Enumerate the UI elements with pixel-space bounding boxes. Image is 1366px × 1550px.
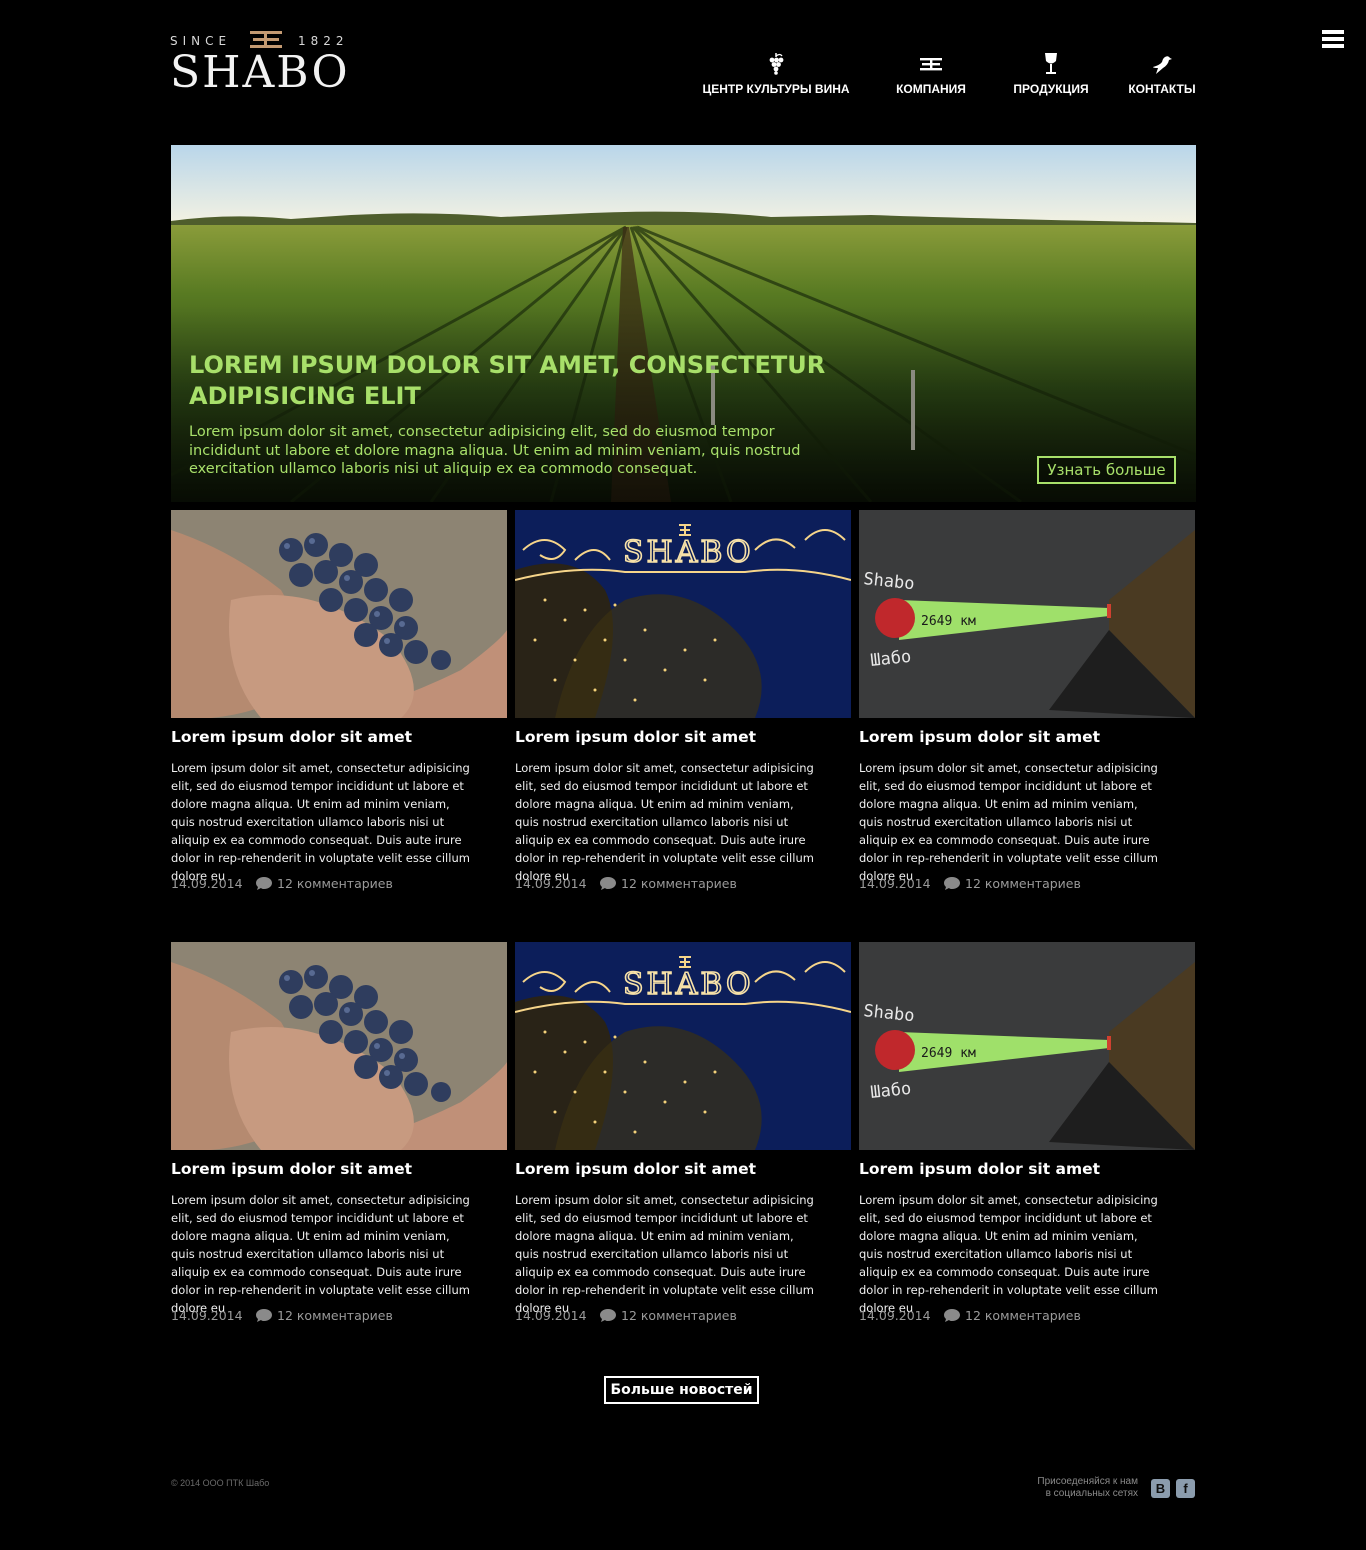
nav-item-company[interactable]: КОМПАНИЯ <box>890 52 972 96</box>
news-meta: 14.09.2014 12 комментариев <box>171 1308 393 1323</box>
news-meta: 14.09.2014 12 комментариев <box>515 1308 737 1323</box>
comments-link[interactable]: 12 комментариев <box>943 1308 1081 1323</box>
logo-year: 1822 <box>298 34 349 48</box>
comments-link[interactable]: 12 комментариев <box>255 1308 393 1323</box>
comment-bubble-icon <box>256 877 272 890</box>
nav-label-company: КОМПАНИЯ <box>896 82 966 96</box>
news-title[interactable]: Lorem ipsum dolor sit amet <box>515 728 756 746</box>
hero-title: LOREM IPSUM DOLOR SIT AMET, CONSECTETUR … <box>189 351 826 410</box>
main-nav: ЦЕНТР КУЛЬТУРЫ ВИНА КОМПАНИЯ ПРОДУКЦИЯ К… <box>0 52 1366 102</box>
nav-item-products[interactable]: ПРОДУКЦИЯ <box>1008 52 1094 96</box>
sign-text: SHABO <box>623 535 754 570</box>
hero-banner: LOREM IPSUM DOLOR SIT AMET, CONSECTETUR … <box>171 145 1196 502</box>
logo-since-text: SINCE <box>170 34 232 48</box>
news-excerpt: Lorem ipsum dolor sit amet, consectetur … <box>859 1193 1158 1315</box>
wall-distance-text: 2649 км <box>921 614 976 629</box>
comment-bubble-icon <box>256 1309 272 1322</box>
comment-bubble-icon <box>944 877 960 890</box>
news-date: 14.09.2014 <box>515 876 587 891</box>
facebook-icon[interactable]: f <box>1176 1479 1195 1498</box>
news-title[interactable]: Lorem ipsum dolor sit amet <box>859 728 1100 746</box>
news-image-grapes[interactable] <box>171 942 507 1150</box>
news-excerpt: Lorem ipsum dolor sit amet, consectetur … <box>859 761 1158 883</box>
wall-cyrillic-text: Шабо <box>869 1079 912 1103</box>
news-date: 14.09.2014 <box>859 1308 931 1323</box>
hero-text: Lorem ipsum dolor sit amet, consectetur … <box>189 424 801 477</box>
grapes-icon <box>769 53 784 75</box>
bird-icon <box>1153 56 1172 74</box>
sign-text: SHABO <box>623 967 754 1002</box>
news-image-distance-wall[interactable]: Shabo 2649 км Шабо <box>859 942 1195 1150</box>
news-meta: 14.09.2014 12 комментариев <box>171 876 393 891</box>
news-title[interactable]: Lorem ipsum dolor sit amet <box>171 1160 412 1178</box>
social-caption: Присоеденяйся к нам в социальных сетях <box>1037 1476 1138 1499</box>
wall-cyrillic-text: Шабо <box>869 647 912 671</box>
wall-distance-text: 2649 км <box>921 1046 976 1061</box>
comment-bubble-icon <box>600 877 616 890</box>
news-meta: 14.09.2014 12 комментариев <box>859 1308 1081 1323</box>
comments-link[interactable]: 12 комментариев <box>599 1308 737 1323</box>
shabo-mark-icon <box>920 58 942 71</box>
news-image-grapes[interactable] <box>171 510 507 718</box>
nav-label-wine-culture: ЦЕНТР КУЛЬТУРЫ ВИНА <box>702 82 850 96</box>
hamburger-menu-icon[interactable] <box>1322 30 1344 50</box>
news-excerpt: Lorem ipsum dolor sit amet, consectetur … <box>171 761 470 883</box>
news-meta: 14.09.2014 12 комментариев <box>515 876 737 891</box>
news-meta: 14.09.2014 12 комментариев <box>859 876 1081 891</box>
more-news-button[interactable]: Больше новостей <box>604 1376 759 1404</box>
comment-bubble-icon <box>944 1309 960 1322</box>
comments-link[interactable]: 12 комментариев <box>599 876 737 891</box>
news-date: 14.09.2014 <box>171 876 243 891</box>
learn-more-button[interactable]: Узнать больше <box>1037 456 1176 484</box>
comments-link[interactable]: 12 комментариев <box>255 876 393 891</box>
news-date: 14.09.2014 <box>515 1308 587 1323</box>
news-image-distance-wall[interactable]: Shabo 2649 км Шабо <box>859 510 1195 718</box>
news-excerpt: Lorem ipsum dolor sit amet, consectetur … <box>515 761 814 883</box>
copyright: © 2014 ООО ПТК Шабо <box>171 1478 270 1488</box>
news-excerpt: Lorem ipsum dolor sit amet, consectetur … <box>171 1193 470 1315</box>
wine-glass-icon <box>1045 53 1057 74</box>
news-date: 14.09.2014 <box>859 876 931 891</box>
comment-bubble-icon <box>600 1309 616 1322</box>
nav-item-wine-culture[interactable]: ЦЕНТР КУЛЬТУРЫ ВИНА <box>700 52 852 96</box>
comments-link[interactable]: 12 комментариев <box>943 876 1081 891</box>
news-title[interactable]: Lorem ipsum dolor sit amet <box>171 728 412 746</box>
nav-label-contacts: КОНТАКТЫ <box>1128 82 1196 96</box>
nav-label-products: ПРОДУКЦИЯ <box>1013 82 1089 96</box>
vk-icon[interactable]: В <box>1151 1479 1170 1498</box>
news-title[interactable]: Lorem ipsum dolor sit amet <box>859 1160 1100 1178</box>
news-title[interactable]: Lorem ipsum dolor sit amet <box>515 1160 756 1178</box>
nav-item-contacts[interactable]: КОНТАКТЫ <box>1124 52 1200 96</box>
news-image-shabo-sign[interactable]: SHABO <box>515 942 851 1150</box>
news-image-shabo-sign[interactable]: SHABO <box>515 510 851 718</box>
news-excerpt: Lorem ipsum dolor sit amet, consectetur … <box>515 1193 814 1315</box>
news-date: 14.09.2014 <box>171 1308 243 1323</box>
